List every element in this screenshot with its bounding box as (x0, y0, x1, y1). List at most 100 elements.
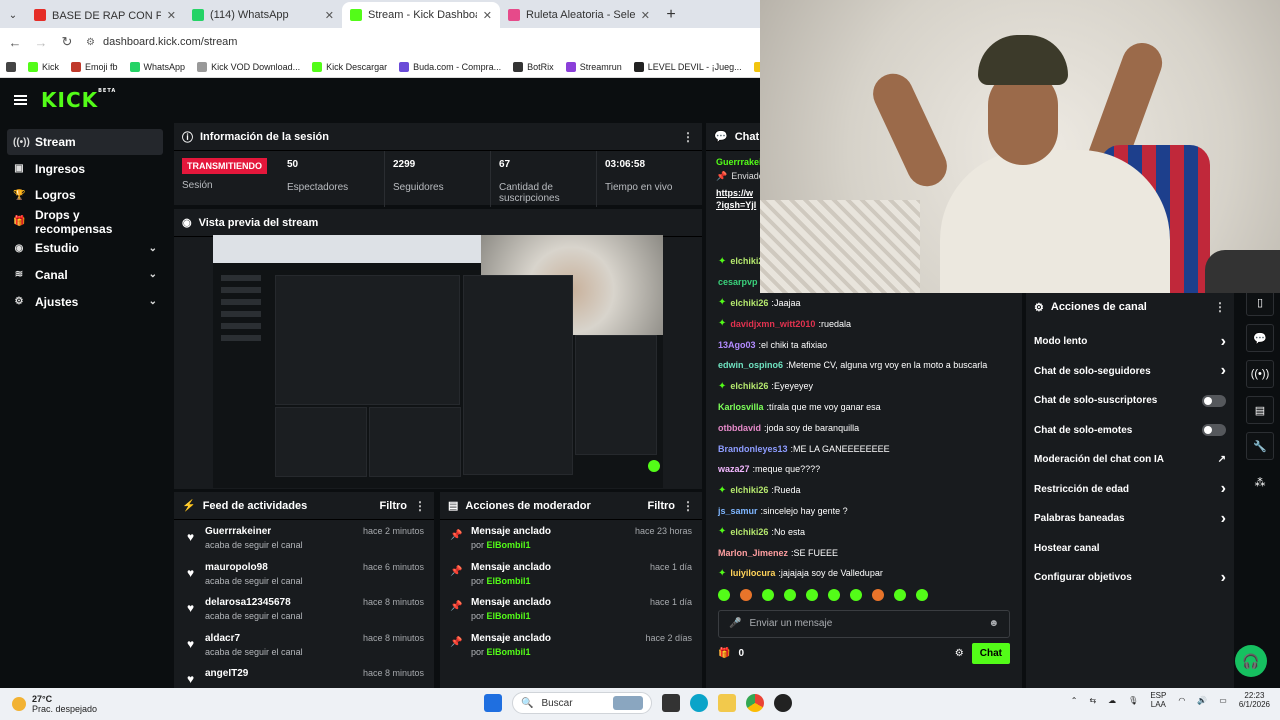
emote-icon[interactable] (784, 588, 796, 601)
rail-broadcast-icon[interactable]: ((•)) (1246, 360, 1274, 388)
emote-icon[interactable] (916, 588, 928, 601)
rail-share-icon[interactable]: ⁂ (1246, 468, 1274, 496)
app-icon[interactable] (774, 694, 792, 712)
weather-widget[interactable]: 27°C Prac. despejado (0, 694, 200, 714)
tray-cloud-icon[interactable]: ☁ (1108, 696, 1116, 705)
sidebar-item-ajustes[interactable]: ⚙ Ajustes ⌄ (7, 289, 163, 315)
chat-settings-icon[interactable]: ⚙ (955, 648, 964, 659)
tab-close-icon[interactable]: ✕ (167, 9, 176, 22)
bookmark-item[interactable]: WhatsApp (129, 61, 185, 72)
rail-layout-icon[interactable]: ▤ (1246, 396, 1274, 424)
site-info-icon[interactable]: ⚙ (86, 37, 95, 48)
channel-action-item[interactable]: Configurar objetivos › (1026, 563, 1234, 593)
tray-chevron-icon[interactable]: ⌃ (1071, 696, 1078, 705)
channel-action-item[interactable]: Chat de solo-suscriptores (1026, 386, 1234, 416)
chat-username[interactable]: elchiki26 (730, 485, 768, 495)
browser-tab[interactable]: Stream - Kick Dashboard ✕ (342, 2, 500, 28)
chat-send-button[interactable]: Chat (971, 643, 1010, 665)
language-indicator[interactable]: ESP LAA (1150, 691, 1166, 709)
chat-username[interactable]: cesarpvp (718, 277, 758, 287)
tray-battery-icon[interactable]: ▭ (1219, 696, 1227, 705)
feed-username[interactable]: angeIT29 (205, 668, 355, 679)
file-explorer-icon[interactable] (718, 694, 736, 712)
taskbar-search[interactable]: 🔍 Buscar (512, 692, 652, 714)
toggle-switch[interactable] (1202, 424, 1226, 437)
url-field[interactable]: ⚙ dashboard.kick.com/stream (86, 36, 237, 48)
mod-by-user[interactable]: ElBombil1 (487, 611, 531, 621)
channel-action-item[interactable]: Chat de solo-emotes (1026, 416, 1234, 446)
chat-username[interactable]: elchiki26 (730, 298, 768, 308)
chat-username[interactable]: elchiki26 (730, 381, 768, 391)
feed-username[interactable]: aldacr7 (205, 633, 355, 644)
chat-username[interactable]: Brandonleyes13 (718, 444, 788, 454)
tab-close-icon[interactable]: ✕ (325, 9, 334, 22)
channel-actions-more-icon[interactable]: ⋮ (1214, 300, 1226, 314)
channel-action-item[interactable]: Chat de solo-seguidores › (1026, 357, 1234, 387)
chat-username[interactable]: edwin_ospino6 (718, 360, 783, 370)
edge-icon[interactable] (690, 694, 708, 712)
stream-preview-video[interactable] (213, 235, 663, 488)
tab-close-icon[interactable]: ✕ (483, 9, 492, 22)
start-icon[interactable] (484, 694, 502, 712)
bookmark-item[interactable]: Kick VOD Download... (197, 61, 300, 72)
bookmark-item[interactable]: Kick Descargar (312, 61, 387, 72)
sidebar-item-ingresos[interactable]: ▣ Ingresos (7, 156, 163, 182)
channel-action-item[interactable]: Restricción de edad › (1026, 475, 1234, 505)
help-headset-icon[interactable]: 🎧 (1235, 645, 1267, 677)
chat-username[interactable]: davidjxmn_witt2010 (730, 319, 815, 329)
chat-placeholder[interactable]: Enviar un mensaje (749, 618, 980, 629)
feed-more-icon[interactable]: ⋮ (414, 499, 426, 513)
chrome-icon[interactable] (746, 694, 764, 712)
mod-by-user[interactable]: ElBombil1 (487, 540, 531, 550)
kick-logo[interactable]: KICKBETA (41, 88, 116, 112)
bookmark-item[interactable]: BotRix (513, 61, 554, 72)
feed-username[interactable]: Guerrrakeiner (205, 526, 355, 537)
mod-by-user[interactable]: ElBombil1 (487, 647, 531, 657)
session-more-icon[interactable]: ⋮ (682, 130, 694, 144)
emote-icon[interactable] (762, 588, 774, 601)
feed-username[interactable]: mauropolo98 (205, 562, 355, 573)
chat-username[interactable]: elchiki26 (730, 527, 768, 537)
emoji-icon[interactable]: ☻ (988, 618, 999, 629)
clock[interactable]: 22:23 6/1/2026 (1239, 691, 1270, 709)
mod-more-icon[interactable]: ⋮ (682, 499, 694, 513)
mod-by-user[interactable]: ElBombil1 (487, 576, 531, 586)
tab-search-icon[interactable]: ⌄ (0, 2, 26, 28)
bookmark-item[interactable]: LEVEL DEVIL - ¡Jueg... (633, 61, 742, 72)
emote-icon[interactable] (718, 588, 730, 601)
rail-tools-icon[interactable]: 🔧 (1246, 432, 1274, 460)
chat-username[interactable]: Marlon_Jimenez (718, 548, 788, 558)
tab-close-icon[interactable]: ✕ (641, 9, 650, 22)
bookmark-item[interactable]: Emoji fb (71, 61, 118, 72)
emote-icon[interactable] (806, 588, 818, 601)
browser-tab[interactable]: Ruleta Aleatoria - Selector Pers ✕ (500, 2, 658, 28)
sidebar-item-canal[interactable]: ≋ Canal ⌄ (7, 262, 163, 288)
chat-username[interactable]: otbbdavid (718, 423, 761, 433)
gift-icon[interactable]: 🎁 (718, 648, 730, 659)
apps-icon[interactable] (6, 61, 16, 72)
sidebar-item-drops[interactable]: 🎁 Drops y recompensas (7, 208, 163, 236)
new-tab-button[interactable]: + (658, 2, 684, 28)
rail-chat-icon[interactable]: 💬 (1246, 324, 1274, 352)
toggle-switch[interactable] (1202, 394, 1226, 407)
emote-icon[interactable] (828, 588, 840, 601)
feed-filter-button[interactable]: Filtro (380, 500, 408, 512)
chat-input[interactable]: 🎤 Enviar un mensaje ☻ (718, 609, 1010, 638)
channel-action-item[interactable]: Modo lento › (1026, 327, 1234, 357)
task-view-icon[interactable] (662, 694, 680, 712)
forward-icon[interactable]: → (34, 35, 48, 50)
menu-icon[interactable] (14, 95, 27, 105)
emote-icon[interactable] (850, 588, 862, 601)
channel-action-item[interactable]: Moderación del chat con IA ↗ (1026, 445, 1234, 475)
feed-username[interactable]: delarosa12345678 (205, 597, 355, 608)
emote-icon[interactable] (740, 588, 752, 601)
mod-filter-button[interactable]: Filtro (648, 500, 676, 512)
bookmark-item[interactable]: Streamrun (565, 61, 622, 72)
emote-icon[interactable] (872, 588, 884, 601)
bookmark-item[interactable]: Buda.com - Compra... (399, 61, 501, 72)
tray-wifi-icon[interactable]: ◠ (1178, 696, 1185, 705)
tray-volume-icon[interactable]: 🔊 (1197, 696, 1207, 705)
sidebar-item-logros[interactable]: 🏆 Logros (7, 182, 163, 208)
emote-icon[interactable] (894, 588, 906, 601)
bookmark-item[interactable]: Kick (28, 61, 59, 72)
